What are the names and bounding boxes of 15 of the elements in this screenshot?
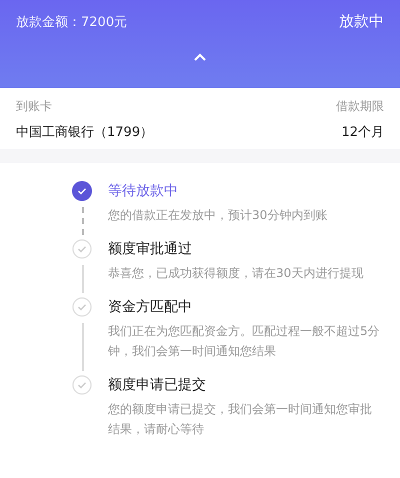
term-label: 借款期限 <box>336 98 384 115</box>
card-value: 中国工商银行（1799） <box>16 124 154 141</box>
loan-amount: 放款金额：7200元 <box>16 14 128 30</box>
step-title: 等待放款中 <box>108 182 179 201</box>
loan-status: 放款中 <box>339 12 384 31</box>
step-title: 额度审批通过 <box>108 240 193 259</box>
collapse-icon[interactable] <box>193 53 207 62</box>
step-description: 您的额度申请已提交，我们会第一时间通知您审批结果，请耐心等待 <box>108 401 373 438</box>
step-title: 额度申请已提交 <box>108 376 207 395</box>
step-description: 您的借款正在发放中，预计30分钟内到账 <box>108 207 328 224</box>
step-title: 资金方匹配中 <box>108 298 193 317</box>
term-value: 12个月 <box>341 124 384 141</box>
step-description: 恭喜您，已成功获得额度，请在30天内进行提现 <box>108 265 364 282</box>
step-description: 我们正在为您匹配资金方。匹配过程一般不超过5分钟，我们会第一时间通知您结果 <box>108 323 380 360</box>
card-label: 到账卡 <box>16 98 53 115</box>
